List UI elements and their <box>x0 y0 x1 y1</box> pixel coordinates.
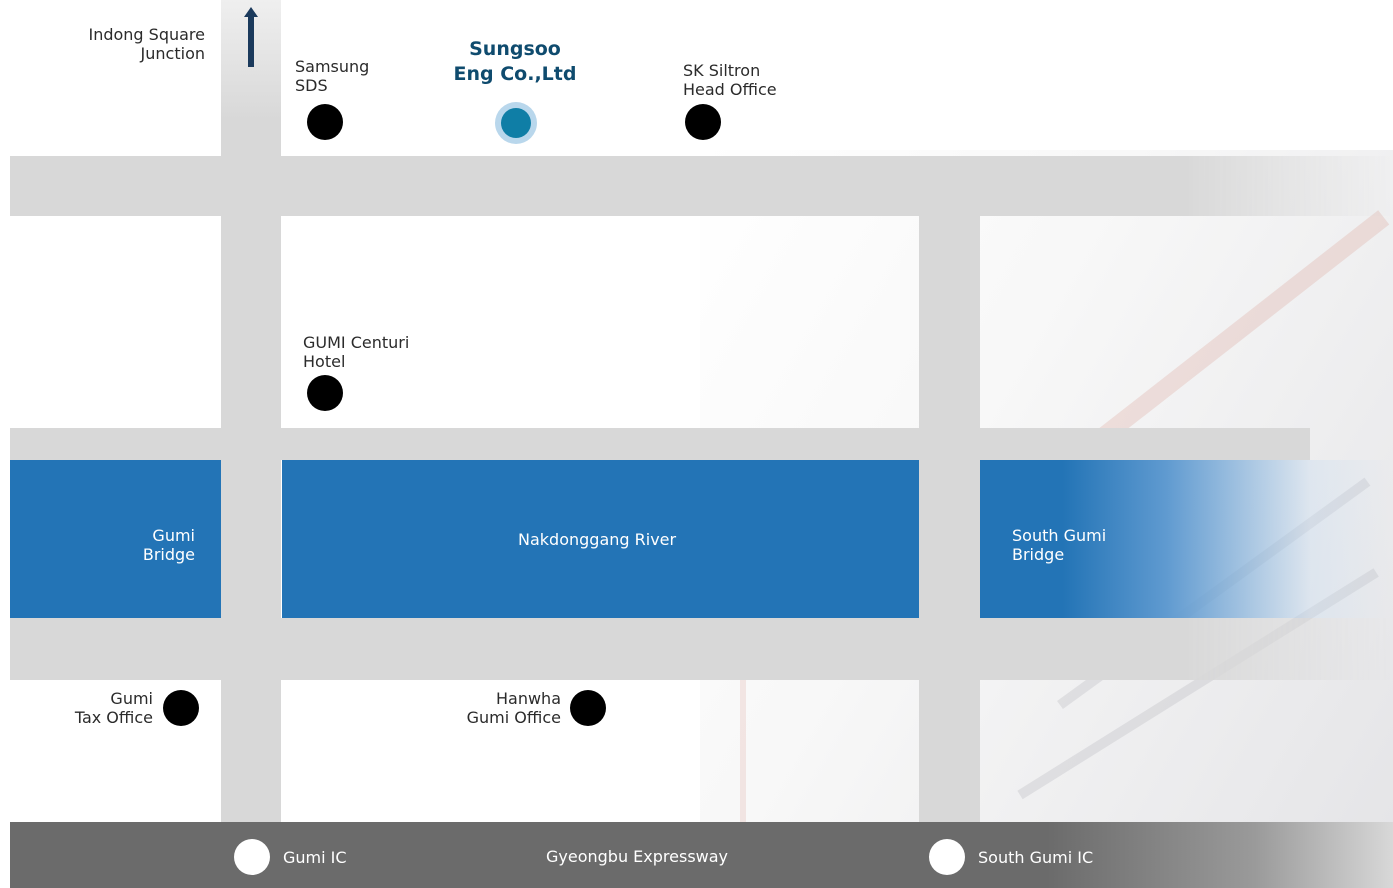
samsung-sds-label: Samsung SDS <box>295 57 370 95</box>
gumi-bridge-label: Gumi Bridge <box>142 526 195 564</box>
blue-dot-icon <box>495 102 537 144</box>
up-arrow-icon <box>244 7 258 67</box>
river-segment-center: Nakdonggang River <box>282 460 919 618</box>
upper-east-west-road <box>10 156 1393 216</box>
sk-siltron-label: SK Siltron Head Office <box>683 61 777 99</box>
location-map: Gumi Bridge Nakdonggang River South Gumi… <box>0 0 1393 888</box>
white-dot-icon <box>234 839 270 875</box>
hanwha-gumi-office-label: Hanwha Gumi Office <box>466 689 561 727</box>
south-gumi-bridge-label: South Gumi Bridge <box>1012 526 1107 564</box>
riverside-road-south <box>10 618 1393 680</box>
south-gumi-ic-label: South Gumi IC <box>978 848 1094 867</box>
gumi-centuri-hotel-label: GUMI Centuri Hotel <box>303 333 410 371</box>
gumi-ic-label: Gumi IC <box>283 848 347 867</box>
black-dot-icon <box>163 690 199 726</box>
gumi-tax-office-label: Gumi Tax Office <box>74 689 153 727</box>
riverside-road-north <box>10 428 1310 460</box>
black-dot-icon <box>685 104 721 140</box>
gyeongbu-expressway: Gumi IC Gyeongbu Expressway South Gumi I… <box>10 822 1393 888</box>
expressway-name-label: Gyeongbu Expressway <box>546 847 729 866</box>
river-segment-east: South Gumi Bridge <box>980 460 1393 618</box>
black-dot-icon <box>570 690 606 726</box>
background-line <box>740 680 746 822</box>
river-name-label: Nakdonggang River <box>518 530 677 549</box>
river-segment-west: Gumi Bridge <box>10 460 221 618</box>
black-dot-icon <box>307 104 343 140</box>
indong-junction-label: Indong Square Junction <box>88 25 205 63</box>
white-dot-icon <box>929 839 965 875</box>
east-road <box>919 216 980 822</box>
black-dot-icon <box>307 375 343 411</box>
north-south-road <box>221 0 281 822</box>
company-name-label: Sungsoo Eng Co.,Ltd <box>453 38 577 85</box>
